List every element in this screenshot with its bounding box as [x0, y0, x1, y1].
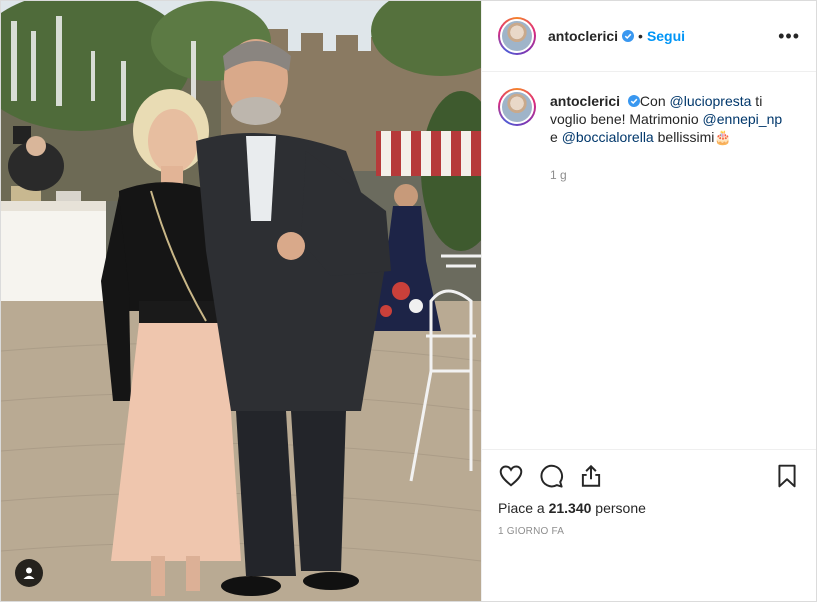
username-link[interactable]: antoclerici [548, 28, 618, 44]
post-photo[interactable] [1, 1, 481, 601]
heart-icon[interactable] [498, 463, 524, 489]
caption-text: antoclerici Con @luciopresta ti voglio b… [550, 93, 783, 145]
mention-link[interactable]: @luciopresta [670, 93, 752, 109]
likes-count[interactable]: Piace a 21.340 persone [498, 500, 800, 516]
comment-icon[interactable] [538, 463, 564, 489]
cake-emoji-icon: 🎂 [714, 129, 732, 145]
follow-button[interactable]: Segui [647, 28, 685, 44]
more-options-icon[interactable]: ••• [778, 26, 800, 47]
caption-username[interactable]: antoclerici [550, 93, 620, 109]
caption-avatar[interactable] [498, 88, 536, 126]
user-tag-icon [22, 566, 36, 580]
avatar[interactable] [498, 17, 536, 55]
action-bar: Piace a 21.340 persone 1 GIORNO FA [482, 449, 816, 601]
post-sidebar: antoclerici • Segui ••• antoclerici Con … [481, 1, 816, 601]
caption-timestamp: 1 g [550, 168, 567, 182]
action-icons [498, 456, 800, 496]
separator: • [638, 28, 643, 44]
verified-badge-icon [627, 95, 640, 107]
caption-prefix: Con [639, 93, 670, 109]
post-photo-image [1, 1, 481, 601]
caption: antoclerici Con @luciopresta ti voglio b… [498, 88, 800, 146]
post-header: antoclerici • Segui ••• [482, 1, 816, 72]
verified-badge-icon [622, 30, 635, 42]
instagram-post: antoclerici • Segui ••• antoclerici Con … [0, 0, 817, 602]
share-icon[interactable] [578, 463, 604, 489]
comments-area: antoclerici Con @luciopresta ti voglio b… [482, 72, 816, 449]
caption-part: bellissimi [653, 129, 715, 145]
mention-link[interactable]: @ennepi_np [703, 111, 783, 127]
user-tag-button[interactable] [15, 559, 43, 587]
mention-link[interactable]: @boccialorella [562, 129, 654, 145]
post-date[interactable]: 1 GIORNO FA [498, 526, 800, 537]
bookmark-icon[interactable] [774, 463, 800, 489]
